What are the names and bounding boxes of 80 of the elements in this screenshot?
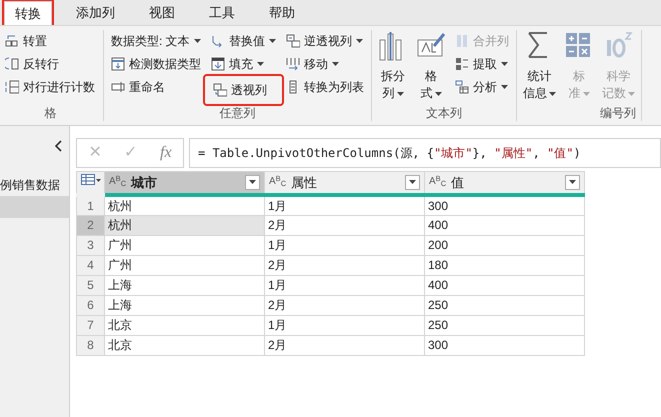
table-cell: 400 — [424, 215, 584, 235]
ribbon-button[interactable]: 拆分列 — [377, 30, 409, 102]
table-menu-icon[interactable] — [80, 174, 100, 186]
table-cell: 2月 — [264, 215, 424, 235]
ribbon-button[interactable]: 移动 — [284, 53, 366, 75]
table-cell: 250 — [424, 315, 584, 335]
group-label: 格 — [44, 105, 58, 121]
ribbon-tab[interactable]: 帮助 — [259, 1, 305, 25]
command-icon — [455, 80, 469, 94]
column-title: 属性 — [291, 174, 318, 192]
collapse-icon[interactable] — [55, 140, 63, 152]
command-icon — [286, 34, 300, 48]
command-icon — [5, 34, 19, 48]
ribbon-button[interactable]: 转换为列表 — [284, 76, 366, 98]
group-label: 文本列 — [425, 105, 463, 121]
ribbon-button[interactable]: 对行进行计数 — [3, 76, 97, 98]
row-number[interactable]: 5 — [76, 275, 104, 295]
ribbon-tab[interactable]: 转换 — [4, 1, 52, 25]
command-icon — [211, 57, 225, 71]
table-cell: 杭州 — [104, 215, 264, 235]
row-number[interactable]: 6 — [76, 295, 104, 315]
row-number[interactable]: 7 — [76, 315, 104, 335]
command-icon — [111, 80, 125, 94]
command-icon — [455, 57, 469, 71]
table-cell: 上海 — [104, 275, 264, 295]
column-title: 值 — [451, 174, 466, 192]
table-cell: 北京 — [104, 315, 264, 335]
ribbon-button[interactable]: 反转行 — [3, 53, 97, 75]
table-cell: 上海 — [104, 295, 264, 315]
ribbon-tab[interactable]: 视图 — [139, 1, 185, 25]
command-icon — [5, 57, 19, 71]
command-icon — [455, 34, 469, 48]
group-label: 编号列 — [599, 105, 636, 121]
ribbon-tab[interactable]: 工具 — [199, 1, 245, 25]
command-icon — [213, 83, 227, 97]
ribbon-button[interactable]: 替换值 — [209, 30, 278, 52]
column-title: 城市 — [131, 174, 158, 192]
table-cell: 1月 — [264, 275, 424, 295]
table-cell: 180 — [424, 255, 584, 275]
command-icon — [286, 57, 300, 71]
ribbon-button[interactable]: 重命名 — [109, 76, 203, 98]
filter-dropdown[interactable] — [565, 174, 580, 190]
formula-text: = Table.UnpivotOtherColumns(源, {"城市"}, "属性", "值") — [198, 145, 581, 162]
ribbon-button[interactable]: 填充 — [209, 53, 278, 75]
table-cell: 广州 — [104, 255, 264, 275]
command-icon — [111, 57, 125, 71]
table-cell: 2月 — [264, 255, 424, 275]
query-item[interactable]: 例销售数据 — [0, 174, 69, 196]
table-cell: 广州 — [104, 235, 264, 255]
command-icon — [5, 80, 19, 94]
caret-icon — [569, 180, 576, 184]
filter-dropdown[interactable] — [245, 174, 260, 190]
ribbon-button[interactable]: 检测数据类型 — [109, 53, 203, 75]
table-cell: 2月 — [264, 295, 424, 315]
ribbon-tab[interactable]: 添加列 — [66, 1, 125, 25]
table-cell: 200 — [424, 235, 584, 255]
table-cell: 2月 — [264, 335, 424, 355]
ribbon-button[interactable]: 转置 — [3, 30, 97, 52]
ribbon-button[interactable]: 统计信息 — [522, 30, 557, 102]
ribbon-button[interactable]: 逆透视列 — [284, 30, 366, 52]
table-cell: 250 — [424, 295, 584, 315]
ribbon-button[interactable]: 数据类型: 文本 — [109, 30, 203, 52]
group-label: 任意列 — [218, 105, 256, 121]
table-cell: 1月 — [264, 315, 424, 335]
ribbon-button[interactable]: 分析 — [453, 76, 511, 98]
table-cell: 300 — [424, 335, 584, 355]
table-cell: 北京 — [104, 335, 264, 355]
row-number[interactable]: 8 — [76, 335, 104, 355]
row-number[interactable]: 3 — [76, 235, 104, 255]
table-cell: 1月 — [264, 235, 424, 255]
fx-button[interactable]: fx — [160, 141, 172, 165]
filter-dropdown[interactable] — [405, 174, 420, 190]
formula-field[interactable]: = Table.UnpivotOtherColumns(源, {"城市"}, "属性", "值") — [189, 138, 661, 168]
caret-icon — [409, 180, 416, 184]
ribbon-button[interactable]: 格式 — [415, 30, 447, 102]
ribbon-button[interactable]: 提取 — [453, 53, 511, 75]
row-number[interactable]: 4 — [76, 255, 104, 275]
caret-icon — [249, 180, 256, 184]
ribbon-button[interactable]: 透视列 — [205, 76, 282, 104]
table-cell: 400 — [424, 275, 584, 295]
